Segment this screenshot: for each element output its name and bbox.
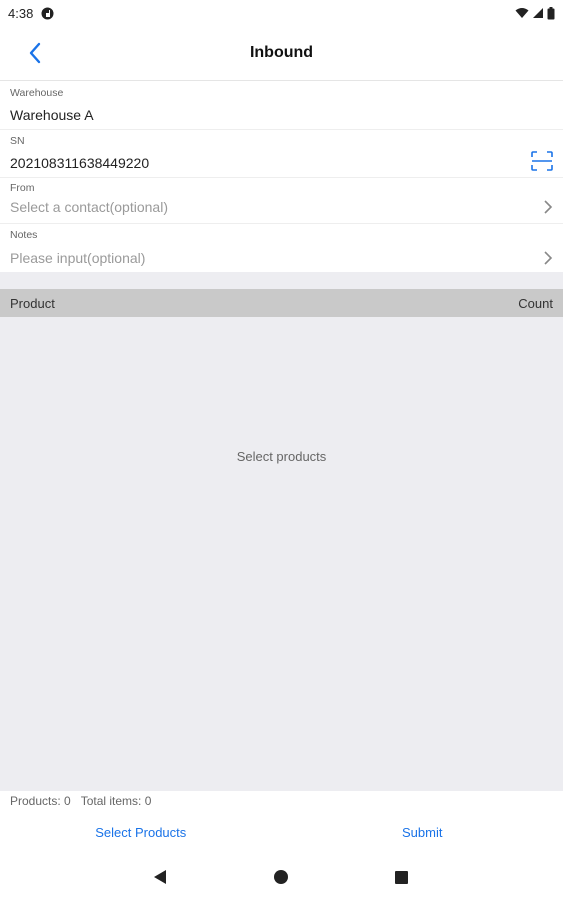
bottom-actions: Select Products Submit	[0, 820, 563, 846]
summary: Products: 0 Total items: 0	[10, 794, 151, 808]
notes-placeholder: Please input(optional)	[10, 250, 146, 266]
inbound-screen: 4:38 Inbound Warehouse Warehouse A SN 20…	[0, 0, 563, 900]
chevron-right-icon	[544, 200, 553, 214]
scan-button[interactable]	[531, 151, 553, 171]
product-list[interactable]: Select products	[0, 317, 563, 791]
total-items-count: Total items: 0	[80, 794, 152, 808]
status-right	[515, 6, 555, 20]
nav-home-button[interactable]	[273, 869, 289, 885]
battery-icon	[547, 6, 555, 20]
warehouse-label: Warehouse	[10, 87, 64, 99]
scan-icon	[531, 151, 553, 171]
app-bar: Inbound	[0, 26, 563, 81]
back-button[interactable]	[22, 40, 48, 66]
from-chevron	[543, 199, 553, 215]
sn-value: 202108311638449220	[10, 155, 150, 171]
nav-back-button[interactable]	[152, 868, 168, 886]
notification-icon	[41, 7, 54, 20]
status-time: 4:38	[8, 5, 34, 21]
notes-label: Notes	[10, 229, 38, 241]
nav-recents-button[interactable]	[394, 870, 409, 885]
section-divider	[0, 272, 563, 289]
warehouse-value: Warehouse A	[10, 107, 94, 123]
sn-label: SN	[10, 135, 25, 147]
from-label: From	[10, 182, 35, 194]
sn-field[interactable]: SN 202108311638449220	[0, 130, 563, 178]
recents-icon	[395, 871, 408, 884]
signal-icon	[532, 7, 544, 19]
status-bar: 4:38	[0, 0, 563, 26]
column-product: Product	[10, 295, 55, 311]
empty-state-text: Select products	[236, 449, 327, 464]
submit-button[interactable]: Submit	[282, 820, 563, 846]
status-left: 4:38	[8, 6, 54, 21]
home-icon	[274, 870, 288, 884]
chevron-right-icon	[544, 251, 553, 265]
column-count: Count	[518, 295, 553, 311]
notes-field[interactable]: Notes Please input(optional)	[0, 224, 563, 272]
notes-chevron	[543, 250, 553, 266]
wifi-icon	[515, 7, 529, 19]
table-header: Product Count	[0, 289, 563, 317]
from-field[interactable]: From Select a contact(optional)	[0, 178, 563, 224]
from-placeholder: Select a contact(optional)	[10, 199, 168, 215]
back-icon	[154, 870, 166, 884]
chevron-left-icon	[29, 42, 41, 64]
select-products-button[interactable]: Select Products	[0, 820, 282, 846]
system-nav-bar	[0, 856, 563, 900]
products-count: Products: 0	[10, 794, 71, 808]
page-title: Inbound	[249, 44, 314, 61]
warehouse-field[interactable]: Warehouse Warehouse A	[0, 81, 563, 130]
